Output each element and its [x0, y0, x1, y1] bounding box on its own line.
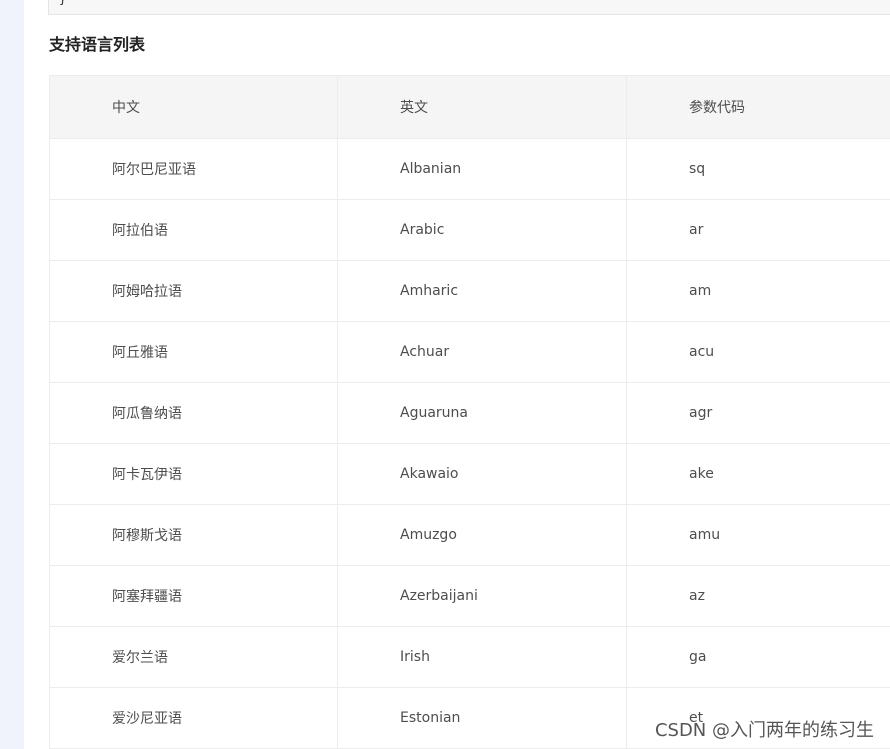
left-sidebar-strip [0, 0, 24, 749]
cell-chinese-name: 阿丘雅语 [49, 321, 338, 383]
cell-chinese-name: 阿卡瓦伊语 [49, 443, 338, 505]
cell-chinese-name: 爱尔兰语 [49, 626, 338, 688]
header-param-code: 参数代码 [626, 75, 890, 139]
cell-english-name: Akawaio [337, 443, 627, 505]
cell-param-code: az [626, 565, 890, 627]
table-row: 阿瓜鲁纳语 Aguaruna agr [49, 382, 890, 444]
csdn-watermark: CSDN @入门两年的练习生 [654, 720, 874, 741]
cell-chinese-name: 阿姆哈拉语 [49, 260, 338, 322]
table-row: 阿姆哈拉语 Amharic am [49, 260, 890, 322]
table-row: 阿塞拜疆语 Azerbaijani az [49, 565, 890, 627]
cell-param-code: ga [626, 626, 890, 688]
cell-param-code: amu [626, 504, 890, 566]
cell-param-code: am [626, 260, 890, 322]
cell-english-name: Amuzgo [337, 504, 627, 566]
cell-chinese-name: 阿尔巴尼亚语 [49, 138, 338, 200]
page: } 支持语言列表 中文 英文 参数代码 阿尔巴尼亚语 Albanian sq 阿… [0, 0, 890, 749]
cell-param-code: acu [626, 321, 890, 383]
section-title: 支持语言列表 [49, 35, 146, 54]
table-row: 爱尔兰语 Irish ga [49, 626, 890, 688]
header-english: 英文 [337, 75, 627, 139]
cell-english-name: Amharic [337, 260, 627, 322]
cell-param-code: ar [626, 199, 890, 261]
cell-english-name: Aguaruna [337, 382, 627, 444]
cell-chinese-name: 阿瓜鲁纳语 [49, 382, 338, 444]
table-row: 阿丘雅语 Achuar acu [49, 321, 890, 383]
cell-chinese-name: 阿拉伯语 [49, 199, 338, 261]
cell-chinese-name: 爱沙尼亚语 [49, 687, 338, 749]
cell-english-name: Estonian [337, 687, 627, 749]
cell-param-code: sq [626, 138, 890, 200]
cell-chinese-name: 阿穆斯戈语 [49, 504, 338, 566]
cell-chinese-name: 阿塞拜疆语 [49, 565, 338, 627]
header-chinese: 中文 [49, 75, 338, 139]
cell-english-name: Arabic [337, 199, 627, 261]
cell-param-code: ake [626, 443, 890, 505]
table-row: 阿尔巴尼亚语 Albanian sq [49, 138, 890, 200]
table-row: 阿卡瓦伊语 Akawaio ake [49, 443, 890, 505]
cell-english-name: Albanian [337, 138, 627, 200]
table-row: 阿拉伯语 Arabic ar [49, 199, 890, 261]
table-header-row: 中文 英文 参数代码 [49, 75, 890, 139]
table-row: 阿穆斯戈语 Amuzgo amu [49, 504, 890, 566]
code-block-tail: } [59, 0, 66, 6]
language-table: 中文 英文 参数代码 阿尔巴尼亚语 Albanian sq 阿拉伯语 Arabi… [49, 75, 890, 749]
cell-english-name: Irish [337, 626, 627, 688]
code-block: } [48, 0, 890, 15]
cell-english-name: Achuar [337, 321, 627, 383]
cell-param-code: agr [626, 382, 890, 444]
cell-english-name: Azerbaijani [337, 565, 627, 627]
